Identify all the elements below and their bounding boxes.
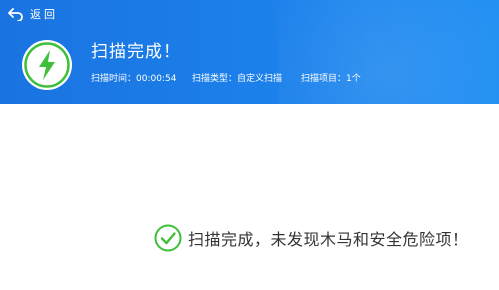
- back-button[interactable]: 返回: [8, 4, 58, 24]
- scan-summary-header: 返回 扫描完成！ 扫描时间：00:00:54 扫描类型：自定义扫描 扫描项目：1…: [0, 0, 499, 104]
- check-circle-icon: [154, 224, 182, 252]
- scan-result-message: 扫描完成，未发现木马和安全危险项！: [154, 224, 469, 252]
- back-arrow-icon: [8, 7, 24, 21]
- result-text: 扫描完成，未发现木马和安全危险项！: [188, 230, 469, 249]
- scan-result-window: 返回 扫描完成！ 扫描时间：00:00:54 扫描类型：自定义扫描 扫描项目：1…: [0, 0, 499, 290]
- scan-time: 扫描时间：00:00:54: [91, 74, 177, 84]
- scan-meta-row: 扫描时间：00:00:54 扫描类型：自定义扫描 扫描项目：1个: [91, 71, 361, 84]
- scan-items: 扫描项目：1个: [301, 74, 361, 84]
- scan-complete-title: 扫描完成！: [91, 42, 181, 62]
- lightning-bolt-icon: [20, 38, 74, 92]
- scan-type: 扫描类型：自定义扫描: [192, 74, 283, 84]
- back-label: 返回: [30, 8, 58, 21]
